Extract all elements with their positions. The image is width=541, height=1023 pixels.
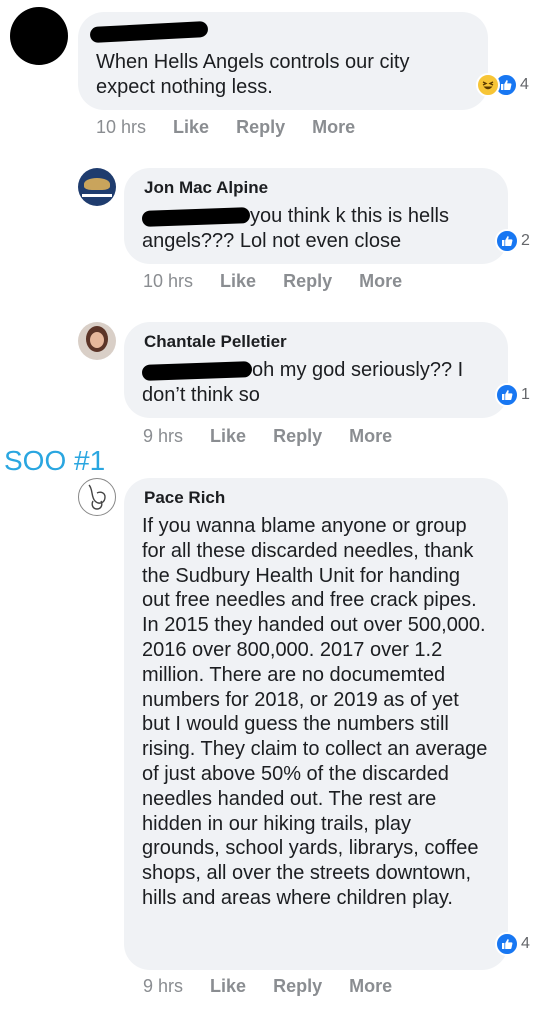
comment-text-line: oh my god seriously?? I [252,359,464,381]
comment-bubble-2: Jon Mac Alpine you think k this is hells… [124,168,508,264]
comment-thread: When Hells Angels controls our city expe… [0,0,541,1023]
comment-author[interactable]: Chantale Pelletier [144,332,287,352]
comment-author[interactable]: Pace Rich [144,488,225,508]
avatar-image-detail [84,178,110,190]
comment-text-line: don’t think so [142,384,260,406]
avatar-redacted[interactable] [10,7,68,65]
haha-reaction-icon [476,73,500,97]
avatar-image-detail [82,194,112,197]
like-button[interactable]: Like [210,976,246,996]
reply-button[interactable]: Reply [283,271,332,291]
comment-timestamp[interactable]: 9 hrs [143,426,183,446]
like-button[interactable]: Like [220,271,256,291]
avatar-sketch-icon [88,484,106,510]
redacted-mention [141,206,251,227]
reaction-count: 1 [521,386,530,403]
avatar-chantale-pelletier[interactable] [78,322,116,360]
reply-button[interactable]: Reply [236,117,285,137]
reaction-count: 4 [520,76,529,93]
redacted-author-name [89,20,209,44]
like-reaction-icon [495,932,519,956]
avatar-image-detail [90,332,104,348]
comment-actions-4: 9 hrs Like Reply More [143,976,414,997]
comment-bubble-3: Chantale Pelletier oh my god seriously??… [124,322,508,418]
redacted-mention [141,360,253,381]
handwritten-annotation: SOO #1 [4,445,106,476]
comment-text-1: When Hells Angels controls our city expe… [96,50,409,100]
more-button[interactable]: More [312,117,355,137]
reaction-count: 4 [521,935,530,952]
reply-button[interactable]: Reply [273,976,322,996]
like-button[interactable]: Like [173,117,209,137]
reply-button[interactable]: Reply [273,426,322,446]
like-reaction-icon [495,383,519,407]
comment-timestamp[interactable]: 10 hrs [96,117,146,137]
reaction-summary-3[interactable]: 1 [495,383,530,407]
comment-text-2: you think k this is hells angels??? Lol … [141,204,449,254]
avatar-jon-mac-alpine[interactable] [78,168,116,206]
comment-timestamp[interactable]: 10 hrs [143,271,193,291]
avatar-pace-rich[interactable] [78,478,116,516]
comment-text-3: oh my god seriously?? I don’t think so [141,358,464,408]
comment-author[interactable]: Jon Mac Alpine [144,178,268,198]
comment-actions-1: 10 hrs Like Reply More [96,117,377,138]
more-button[interactable]: More [349,426,392,446]
comment-text-line: you think k this is hells [250,205,449,227]
comment-bubble-4: Pace Rich If you wanna blame anyone or g… [124,478,508,970]
reaction-count: 2 [521,232,530,249]
more-button[interactable]: More [359,271,402,291]
comment-bubble-1: When Hells Angels controls our city expe… [78,12,488,110]
reaction-summary-2[interactable]: 2 [495,229,530,253]
more-button[interactable]: More [349,976,392,996]
comment-timestamp[interactable]: 9 hrs [143,976,183,996]
comment-text-4: If you wanna blame anyone or group for a… [142,515,488,909]
like-reaction-icon [495,229,519,253]
comment-actions-2: 10 hrs Like Reply More [143,271,424,292]
reaction-summary-4[interactable]: 4 [495,932,530,956]
comment-text-line: angels??? Lol not even close [142,230,402,252]
comment-text-line: expect nothing less. [96,76,273,98]
comment-text-line: When Hells Angels controls our city [96,51,410,73]
like-button[interactable]: Like [210,426,246,446]
reaction-summary-1[interactable]: 4 [476,73,529,97]
comment-actions-3: 9 hrs Like Reply More [143,426,414,447]
